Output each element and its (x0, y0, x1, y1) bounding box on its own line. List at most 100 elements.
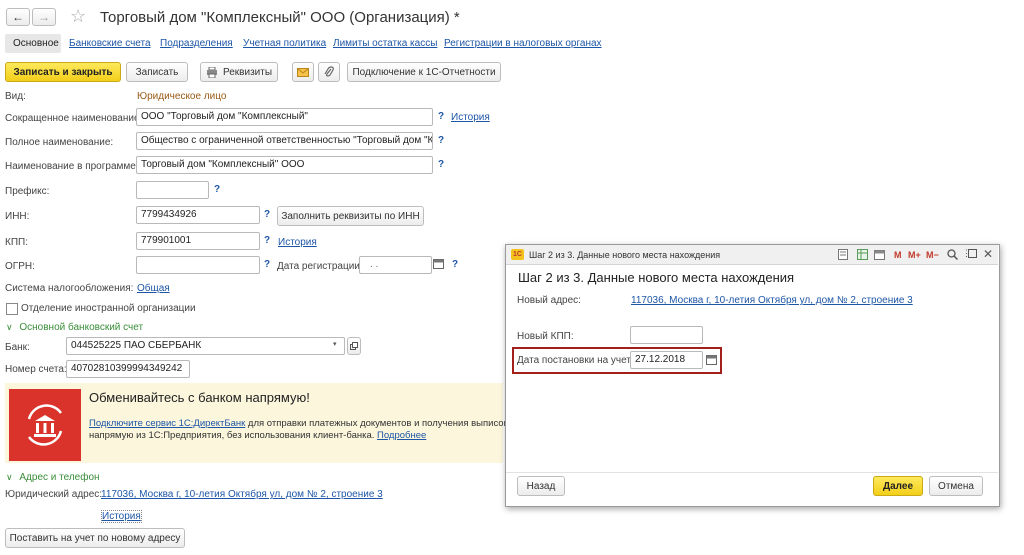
memory-mplus-button[interactable]: M+ (908, 250, 921, 260)
tab-cash-limits[interactable]: Лимиты остатка кассы (333, 38, 437, 49)
connect-directbank-link[interactable]: Подключите сервис 1С:ДиректБанк (89, 418, 245, 429)
reg-date-help-icon[interactable]: ? (452, 259, 458, 270)
dialog-doc-icon[interactable] (838, 249, 848, 263)
short-name-help-icon[interactable]: ? (438, 111, 444, 122)
connect-1c-reporting-button[interactable]: Подключение к 1С-Отчетности (347, 62, 501, 82)
kpp-label: КПП: (5, 237, 28, 248)
kpp-input[interactable]: 779901001 (136, 232, 260, 250)
print-requisites-button[interactable]: Реквизиты (200, 62, 278, 82)
legal-address-label: Юридический адрес: (5, 489, 103, 500)
reg-date-label: Дата регистрации: (277, 261, 363, 272)
dialog-footer-divider (506, 472, 998, 473)
banner-text-line1: для отправки платежных документов и полу… (245, 418, 508, 429)
address-section-title: Адрес и телефон (19, 472, 100, 483)
dialog-window-title: Шаг 2 из 3. Данные нового места нахожден… (529, 250, 721, 260)
chevron-down-icon: ∨ (6, 472, 13, 482)
paperclip-icon (324, 66, 334, 77)
bank-section-toggle[interactable]: ∨ Основной банковский счет (6, 322, 143, 333)
address-history-link[interactable]: История (101, 510, 142, 523)
print-requisites-label: Реквизиты (223, 66, 273, 78)
program-name-input[interactable]: Торговый дом "Комплексный" ООО (136, 156, 433, 174)
bank-dropdown-icon[interactable]: ▾ (333, 340, 337, 348)
bank-input[interactable]: 044525225 ПАО СБЕРБАНК (66, 337, 345, 355)
kpp-help-icon[interactable]: ? (264, 235, 270, 246)
full-name-input[interactable]: Общество с ограниченной ответственностью… (136, 132, 433, 150)
bank-label: Банк: (5, 342, 30, 353)
attachments-button[interactable] (318, 62, 340, 82)
new-kpp-input[interactable] (630, 326, 703, 344)
short-name-history-link[interactable]: История (451, 112, 490, 123)
tab-tax-registrations[interactable]: Регистрации в налоговых органах (444, 38, 602, 49)
bank-open-button[interactable] (347, 337, 361, 355)
tax-system-link[interactable]: Общая (137, 283, 170, 294)
maximize-icon[interactable] (968, 249, 978, 262)
foreign-branch-label: Отделение иностранной организации (21, 303, 196, 314)
bank-logo-icon (9, 389, 81, 461)
reg-date-input[interactable]: . . (359, 256, 432, 274)
cancel-button[interactable]: Отмена (929, 476, 983, 496)
address-section-toggle[interactable]: ∨ Адрес и телефон (6, 472, 100, 483)
new-address-link[interactable]: 117036, Москва г, 10-летия Октября ул, д… (631, 295, 913, 306)
banner-text-line2: напрямую из 1С:Предприятия, без использо… (89, 430, 375, 441)
foreign-branch-checkbox[interactable] (6, 303, 18, 315)
close-icon[interactable]: ✕ (983, 247, 993, 261)
save-button[interactable]: Записать (126, 62, 188, 82)
tab-osnovnoe-label: Основное (13, 38, 59, 49)
tab-accounting-policy[interactable]: Учетная политика (243, 38, 326, 49)
prefix-input[interactable] (136, 181, 209, 199)
zoom-icon[interactable] (947, 249, 959, 263)
registration-date-label: Дата постановки на учет: (517, 355, 634, 366)
full-name-label: Полное наименование: (5, 137, 114, 148)
bank-section-title: Основной банковский счет (19, 322, 144, 333)
ogrn-help-icon[interactable]: ? (264, 259, 270, 270)
tab-departments[interactable]: Подразделения (160, 38, 233, 49)
registration-date-input[interactable]: 27.12.2018 (630, 351, 703, 369)
ogrn-input[interactable] (136, 256, 260, 274)
program-name-help-icon[interactable]: ? (438, 159, 444, 170)
reg-date-calendar-icon[interactable] (433, 258, 445, 270)
back-button[interactable]: ← (6, 8, 30, 26)
next-step-button[interactable]: Далее (873, 476, 923, 496)
banner-title: Обменивайтесь с банком напрямую! (89, 390, 310, 405)
inn-label: ИНН: (5, 211, 30, 222)
account-input[interactable]: 40702810399994349242 (66, 360, 190, 378)
page-title: Торговый дом "Комплексный" ООО (Организа… (100, 9, 460, 26)
chevron-down-icon: ∨ (6, 322, 13, 332)
email-button[interactable] (292, 62, 314, 82)
fill-by-inn-button[interactable]: Заполнить реквизиты по ИНН (277, 206, 424, 226)
short-name-label: Сокращенное наименование: (5, 113, 143, 124)
banner-more-link[interactable]: Подробнее (377, 430, 426, 441)
tab-bank-accounts[interactable]: Банковские счета (69, 38, 151, 49)
tax-system-label: Система налогообложения: (5, 283, 134, 294)
registration-date-calendar-icon[interactable] (706, 354, 717, 368)
program-name-label: Наименование в программе: (5, 161, 139, 172)
kpp-history-link[interactable]: История (278, 237, 317, 248)
favorite-star-icon[interactable]: ☆ (70, 6, 86, 27)
register-new-address-button[interactable]: Поставить на учет по новому адресу (5, 528, 185, 548)
new-address-label: Новый адрес: (517, 295, 581, 306)
printer-icon (206, 66, 218, 78)
vid-value[interactable]: Юридическое лицо (137, 91, 226, 102)
new-kpp-label: Новый КПП: (517, 331, 574, 342)
short-name-input[interactable]: ООО "Торговый дом "Комплексный" (136, 108, 433, 126)
inn-input[interactable]: 7799434926 (136, 206, 260, 224)
1c-logo-icon: 1С (511, 249, 524, 260)
dialog-table-icon[interactable] (857, 249, 868, 263)
banner-text: Подключите сервис 1С:ДиректБанк для отпр… (89, 418, 508, 442)
ogrn-label: ОГРН: (5, 261, 35, 272)
prefix-label: Префикс: (5, 186, 50, 197)
envelope-icon (297, 67, 309, 77)
inn-help-icon[interactable]: ? (264, 209, 270, 220)
legal-address-link[interactable]: 117036, Москва г, 10-летия Октября ул, д… (101, 489, 383, 500)
save-and-close-button[interactable]: Записать и закрыть (5, 62, 121, 82)
dialog-calendar-icon[interactable] (874, 249, 885, 263)
vid-label: Вид: (5, 91, 26, 102)
memory-mminus-button[interactable]: M− (926, 250, 939, 260)
account-label: Номер счета: (5, 364, 67, 375)
full-name-help-icon[interactable]: ? (438, 135, 444, 146)
open-link-icon (350, 342, 358, 350)
forward-button[interactable]: → (32, 8, 56, 26)
memory-m-button[interactable]: M (894, 250, 902, 260)
prefix-help-icon[interactable]: ? (214, 184, 220, 195)
back-step-button[interactable]: Назад (517, 476, 565, 496)
